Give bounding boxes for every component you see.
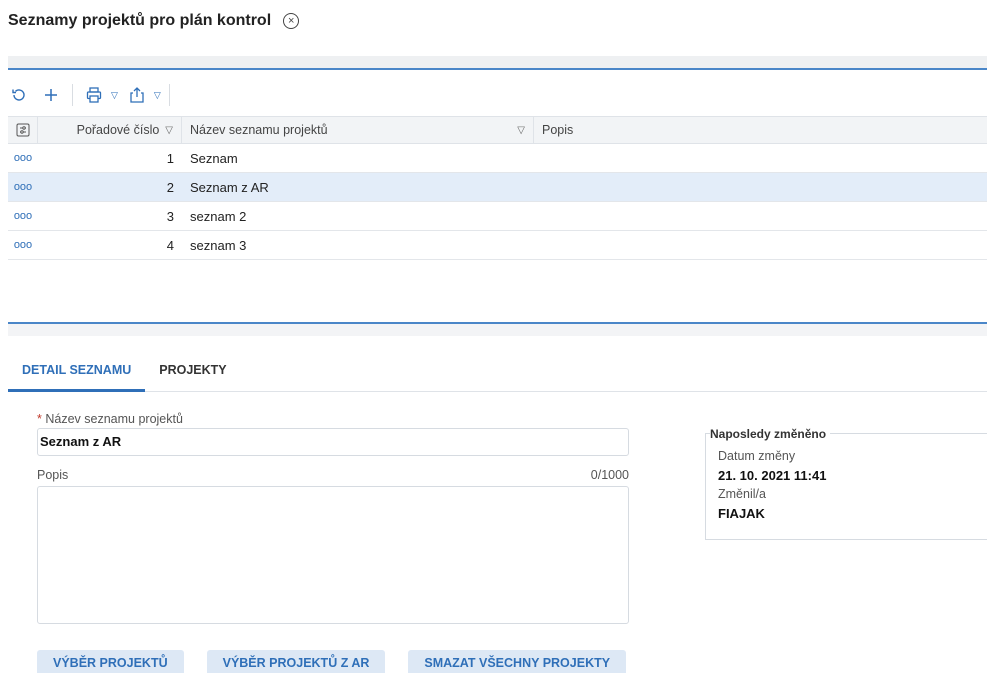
add-icon[interactable] <box>40 84 62 106</box>
description-textarea[interactable] <box>37 486 629 624</box>
column-header-description[interactable]: Popis <box>534 117 987 143</box>
page-header: Seznamy projektů pro plán kontrol × <box>8 12 300 30</box>
table-row[interactable]: ooo 3 seznam 2 <box>8 202 987 231</box>
splitter[interactable] <box>8 322 987 336</box>
description-field-label: Popis 0/1000 <box>37 468 629 482</box>
table-row[interactable]: ooo 4 seznam 3 <box>8 231 987 260</box>
list-name-input[interactable]: Seznam z AR <box>37 428 629 456</box>
column-order-label: Pořadové číslo <box>76 123 160 137</box>
description-label: Popis <box>37 468 69 482</box>
row-name: seznam 3 <box>190 237 247 253</box>
row-menu-icon[interactable]: ooo <box>8 210 38 222</box>
row-order: 2 <box>166 179 174 195</box>
grid-toolbar: ▽ ▽ <box>8 80 180 110</box>
tab-detail-list[interactable]: DETAIL SEZNAMU <box>8 352 146 392</box>
last-changed-panel: Naposledy změněno Datum změny 21. 10. 20… <box>705 427 987 540</box>
toolbar-divider <box>72 84 73 106</box>
row-name: seznam 2 <box>190 208 247 224</box>
delete-all-projects-button[interactable]: SMAZAT VŠECHNY PROJEKTY <box>408 650 627 673</box>
changed-by-label: Změnil/a <box>718 487 766 501</box>
row-menu-icon[interactable]: ooo <box>8 239 38 251</box>
change-date-value: 21. 10. 2021 11:41 <box>718 468 827 483</box>
page-title: Seznamy projektů pro plán kontrol <box>8 12 272 29</box>
column-settings-icon[interactable] <box>8 117 38 143</box>
row-menu-icon[interactable]: ooo <box>8 181 38 193</box>
row-order: 4 <box>166 237 174 253</box>
filter-icon[interactable]: ▽ <box>517 125 525 136</box>
refresh-icon[interactable] <box>8 84 30 106</box>
change-date-label: Datum změny <box>718 449 796 463</box>
grid-header: Pořadové číslo ▽ Název seznamu projektů … <box>8 116 987 144</box>
form-actions: VÝBĚR PROJEKTŮ VÝBĚR PROJEKTŮ Z AR SMAZA… <box>37 650 649 673</box>
toolbar-divider <box>168 84 170 106</box>
column-header-name[interactable]: Název seznamu projektů ▽ <box>182 117 534 143</box>
required-marker: * <box>37 412 42 426</box>
close-icon[interactable]: × <box>283 13 300 29</box>
export-dropdown-icon[interactable]: ▽ <box>154 90 161 101</box>
select-projects-ar-button[interactable]: VÝBĚR PROJEKTŮ Z AR <box>206 650 386 673</box>
last-changed-title: Naposledy změněno <box>710 427 831 441</box>
row-order: 1 <box>166 150 174 166</box>
detail-form: * Název seznamu projektů Seznam z AR Pop… <box>37 412 629 624</box>
name-field-label: * Název seznamu projektů <box>37 412 629 426</box>
export-icon[interactable] <box>126 84 148 106</box>
description-char-counter: 0/1000 <box>590 468 629 482</box>
changed-by-value: FIAJAK <box>718 506 765 521</box>
row-name: Seznam z AR <box>190 179 269 195</box>
column-header-order[interactable]: Pořadové číslo ▽ <box>38 117 182 143</box>
row-name: Seznam <box>190 150 238 166</box>
column-description-label: Popis <box>542 123 574 137</box>
row-menu-icon[interactable]: ooo <box>8 152 38 164</box>
tab-projects[interactable]: PROJEKTY <box>145 352 240 391</box>
name-label-text: Název seznamu projektů <box>45 412 183 426</box>
detail-tabs: DETAIL SEZNAMU PROJEKTY <box>8 352 987 392</box>
top-separator <box>8 56 987 70</box>
projects-list-grid: Pořadové číslo ▽ Název seznamu projektů … <box>8 116 987 260</box>
select-projects-button[interactable]: VÝBĚR PROJEKTŮ <box>37 650 184 673</box>
print-dropdown-icon[interactable]: ▽ <box>111 90 118 101</box>
print-icon[interactable] <box>83 84 105 106</box>
table-row[interactable]: ooo 1 Seznam <box>8 144 987 173</box>
row-order: 3 <box>166 208 174 224</box>
sort-icon[interactable]: ▽ <box>165 125 173 136</box>
table-row[interactable]: ooo 2 Seznam z AR <box>8 173 987 202</box>
column-name-label: Název seznamu projektů <box>190 123 328 137</box>
